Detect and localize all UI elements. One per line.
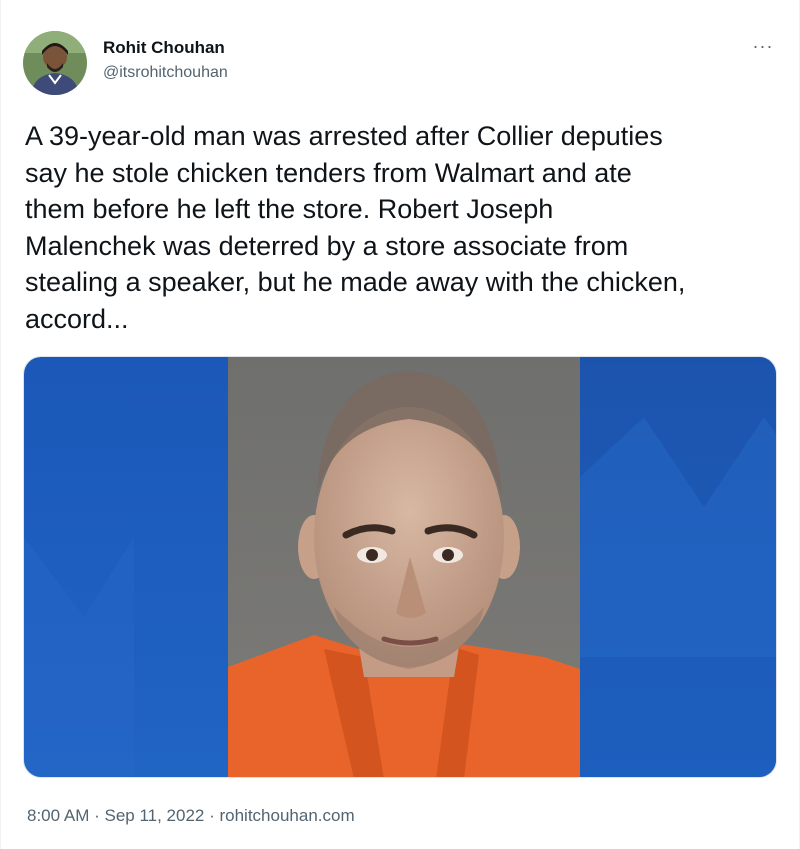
tweet-time[interactable]: 8:00 AM bbox=[27, 806, 89, 825]
tweet-meta: 8:00 AM · Sep 11, 2022 · rohitchouhan.co… bbox=[27, 806, 355, 826]
author-name[interactable]: Rohit Chouhan bbox=[103, 38, 225, 58]
avatar-icon bbox=[23, 31, 87, 95]
mugshot-photo-icon bbox=[24, 357, 776, 777]
author-avatar[interactable] bbox=[23, 31, 87, 95]
tweet-source[interactable]: rohitchouhan.com bbox=[219, 806, 354, 825]
meta-separator: · bbox=[204, 806, 220, 825]
author-handle[interactable]: @itsrohitchouhan bbox=[103, 64, 228, 82]
meta-separator: · bbox=[89, 806, 105, 825]
tweet-card: Rohit Chouhan @itsrohitchouhan ··· A 39-… bbox=[0, 0, 800, 849]
more-options-icon[interactable]: ··· bbox=[751, 36, 775, 56]
tweet-date[interactable]: Sep 11, 2022 bbox=[104, 806, 204, 825]
tweet-text: A 39-year-old man was arrested after Col… bbox=[25, 121, 686, 334]
tweet-media[interactable] bbox=[23, 356, 777, 778]
